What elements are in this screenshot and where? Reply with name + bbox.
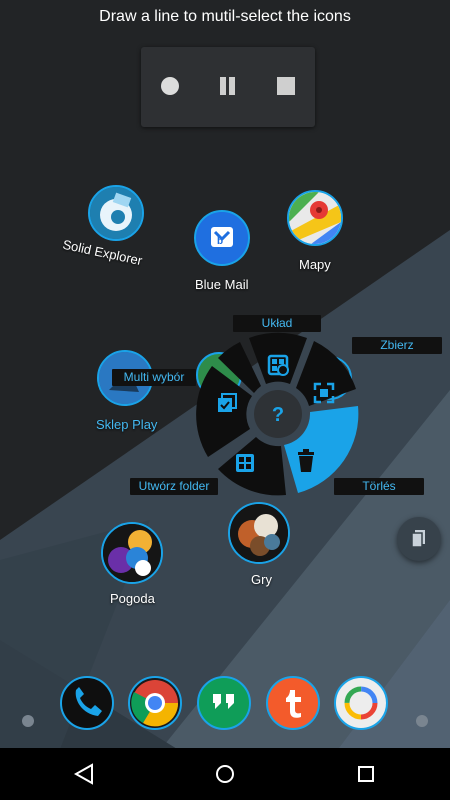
- recents-icon[interactable]: [354, 762, 378, 786]
- copy-icon: [411, 530, 425, 548]
- back-icon[interactable]: [72, 762, 96, 786]
- app-mapy[interactable]: Mapy: [285, 188, 349, 274]
- page-dot-left: [22, 715, 34, 727]
- app-pogoda[interactable]: Pogoda: [95, 520, 171, 610]
- navigation-bar: [0, 748, 450, 800]
- pie-center-help: ?: [272, 404, 284, 426]
- hangouts-icon[interactable]: [197, 676, 251, 730]
- pie-segment-layout[interactable]: [249, 332, 307, 384]
- chrome-icon[interactable]: [128, 676, 182, 730]
- recording-controls: [141, 47, 315, 127]
- record-icon[interactable]: [159, 75, 181, 97]
- phone-icon[interactable]: [60, 676, 114, 730]
- solid-explorer-label: Solid Explorer: [61, 236, 144, 269]
- app-blue-mail[interactable]: b Blue Mail: [190, 208, 260, 294]
- pie-menu: ?: [196, 332, 359, 496]
- app-gry[interactable]: Gry: [226, 500, 296, 590]
- blue-mail-icon: b: [194, 210, 250, 266]
- pause-icon[interactable]: [217, 75, 239, 97]
- menu-label-multi-select[interactable]: Multi wybór: [112, 369, 196, 386]
- gry-label: Gry: [251, 572, 272, 587]
- pogoda-label: Pogoda: [110, 591, 155, 606]
- menu-label-collect[interactable]: Zbierz: [352, 337, 442, 354]
- home-icon[interactable]: [213, 762, 237, 786]
- stop-icon[interactable]: [275, 75, 297, 97]
- multi-select-hint: Draw a line to mutil-select the icons: [99, 8, 351, 25]
- copy-button[interactable]: [397, 517, 441, 561]
- app-sklep-play[interactable]: Sklep Play: [92, 348, 162, 434]
- svg-text:b: b: [217, 236, 223, 247]
- tumblr-icon[interactable]: [266, 676, 320, 730]
- solid-explorer-icon: [88, 185, 144, 241]
- gry-folder-icon: [228, 502, 290, 564]
- menu-label-delete[interactable]: Törlés: [334, 478, 424, 495]
- maps-icon: [287, 190, 343, 246]
- page-dot-right: [416, 715, 428, 727]
- blue-mail-label: Blue Mail: [195, 277, 249, 292]
- menu-label-layout[interactable]: Układ: [233, 315, 321, 332]
- menu-label-create-folder[interactable]: Utwórz folder: [130, 478, 218, 495]
- sklep-play-label: Sklep Play: [96, 417, 158, 432]
- app-solid-explorer[interactable]: Solid Explorer: [60, 183, 170, 273]
- mapy-label: Mapy: [299, 257, 331, 272]
- photos-icon[interactable]: [334, 676, 388, 730]
- pogoda-folder-icon: [101, 522, 163, 584]
- create-folder-icon: [236, 454, 254, 472]
